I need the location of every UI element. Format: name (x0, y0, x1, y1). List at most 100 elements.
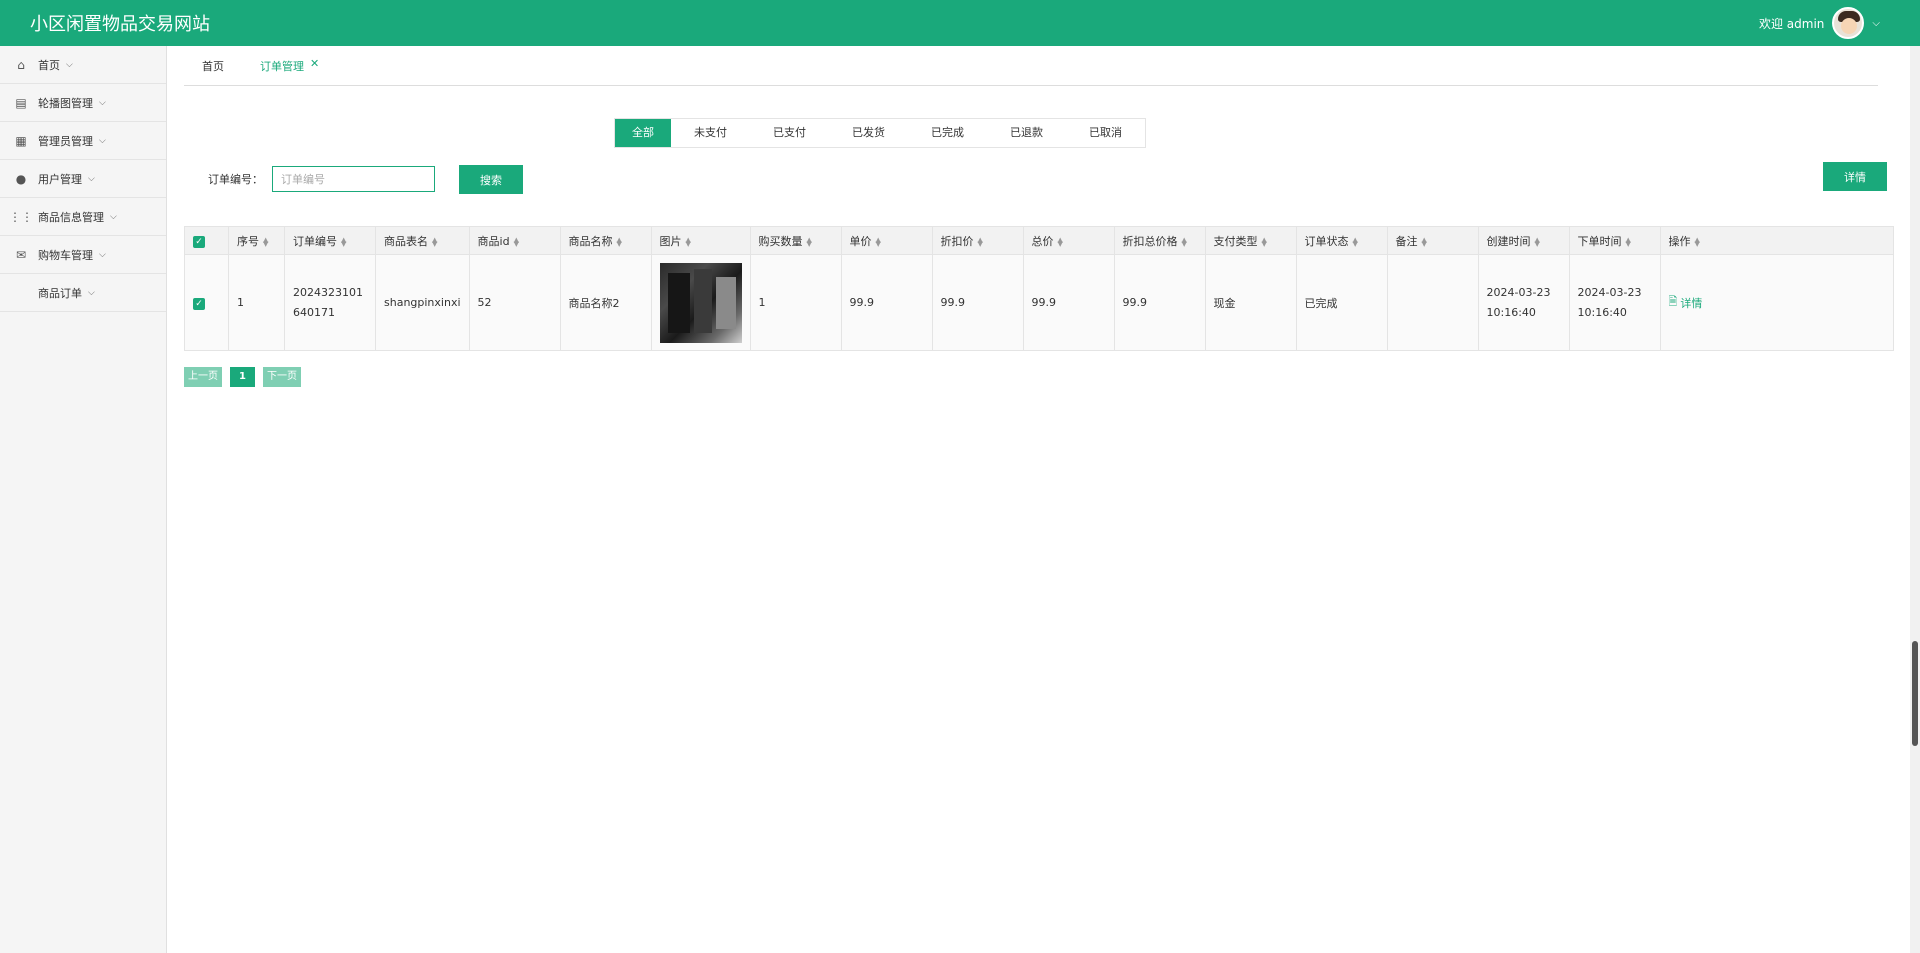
sort-icon[interactable]: ▲ ▼ (686, 236, 691, 247)
col-header-action[interactable]: 操作 ▲ ▼ (1659, 226, 1895, 255)
sort-icon[interactable]: ▲ ▼ (876, 236, 881, 247)
header-bar: 小区闲置物品交易网站 欢迎 admin ⌵ (0, 0, 1920, 46)
pagination: 上一页 1 下一页 (184, 367, 301, 387)
admin-icon: ▦ (15, 133, 27, 148)
tab-home[interactable]: 首页 (184, 46, 242, 86)
col-header-created[interactable]: 创建时间 ▲ ▼ (1477, 226, 1570, 255)
tab-order-management[interactable]: 订单管理 ✕ (242, 46, 337, 86)
status-tab-refunded[interactable]: 已退款 (987, 119, 1066, 147)
status-tab-cancelled[interactable]: 已取消 (1066, 119, 1145, 147)
col-header-remark[interactable]: 备注 ▲ ▼ (1386, 226, 1479, 255)
col-header-discount-price[interactable]: 折扣价 ▲ ▼ (931, 226, 1024, 255)
next-page-button[interactable]: 下一页 (262, 367, 301, 387)
sort-icon[interactable]: ▲ ▼ (1058, 236, 1063, 247)
sort-icon[interactable]: ▲ ▼ (1353, 236, 1358, 247)
detail-button[interactable]: 详情 (1823, 162, 1887, 191)
col-header-status[interactable]: 订单状态 ▲ ▼ (1295, 226, 1388, 255)
page-scrollbar[interactable] (1910, 46, 1920, 953)
sidebar-item-cart[interactable]: ✉ 购物车管理 ⌵ (0, 236, 166, 274)
user-menu[interactable]: 欢迎 admin ⌵ (1759, 7, 1920, 39)
order-no-label: 订单编号： (208, 173, 263, 186)
mail-icon: ✉ (15, 247, 27, 262)
chevron-down-icon: ⌵ (88, 287, 95, 298)
cell-index: 1 (228, 254, 285, 351)
col-header-unit-price[interactable]: 单价 ▲ ▼ (840, 226, 933, 255)
sort-icon[interactable]: ▲ ▼ (978, 236, 983, 247)
sidebar-item-users[interactable]: ● 用户管理 ⌵ (0, 160, 166, 198)
sort-icon[interactable]: ▲ ▼ (432, 236, 437, 247)
carousel-icon: ▤ (15, 95, 27, 110)
tab-bar: 首页 订单管理 ✕ (184, 46, 1878, 86)
order-no-input[interactable] (272, 166, 435, 192)
cell-table-name: shangpinxinxi (375, 254, 470, 351)
cell-action: 🗎 详情 (1659, 254, 1895, 351)
close-icon[interactable]: ✕ (310, 57, 319, 70)
col-header-table-name[interactable]: 商品表名 ▲ ▼ (375, 226, 470, 255)
sort-icon[interactable]: ▲ ▼ (263, 236, 268, 247)
status-tab-paid[interactable]: 已支付 (750, 119, 829, 147)
cell-remark (1386, 254, 1479, 351)
cell-quantity: 1 (749, 254, 842, 351)
cell-discount-price: 99.9 (931, 254, 1024, 351)
col-header-total[interactable]: 总价 ▲ ▼ (1022, 226, 1115, 255)
sort-icon[interactable]: ▲ ▼ (514, 236, 519, 247)
search-button[interactable]: 搜索 (459, 165, 523, 194)
sort-icon[interactable]: ▲ ▼ (341, 236, 346, 247)
sidebar-item-products[interactable]: ⋮⋮ 商品信息管理 ⌵ (0, 198, 166, 236)
cell-product-id: 52 (468, 254, 561, 351)
chevron-down-icon: ⌵ (66, 59, 73, 70)
col-header-image[interactable]: 图片 ▲ ▼ (650, 226, 751, 255)
col-header-quantity[interactable]: 购买数量 ▲ ▼ (749, 226, 842, 255)
cell-product-name: 商品名称2 (559, 254, 652, 351)
col-header-index[interactable]: 序号 ▲ ▼ (228, 226, 285, 255)
sidebar-item-admin[interactable]: ▦ 管理员管理 ⌵ (0, 122, 166, 160)
col-header-discount-total[interactable]: 折扣总价格 ▲ ▼ (1113, 226, 1206, 255)
checkbox-icon[interactable]: ✓ (193, 297, 205, 310)
sidebar-item-carousel[interactable]: ▤ 轮播图管理 ⌵ (0, 84, 166, 122)
col-header-pay-type[interactable]: 支付类型 ▲ ▼ (1204, 226, 1297, 255)
col-header-ordered[interactable]: 下单时间 ▲ ▼ (1568, 226, 1661, 255)
sort-icon[interactable]: ▲ ▼ (1535, 236, 1540, 247)
row-select-cell[interactable]: ✓ (184, 254, 229, 351)
sort-icon[interactable]: ▲ ▼ (1695, 236, 1700, 247)
cell-created: 2024-03-23 10:16:40 (1477, 254, 1570, 351)
col-header-order-no[interactable]: 订单编号 ▲ ▼ (284, 226, 376, 255)
welcome-text: 欢迎 admin (1758, 16, 1825, 31)
sort-icon[interactable]: ▲ ▼ (1262, 236, 1267, 247)
chevron-down-icon[interactable]: ⌵ (1872, 18, 1880, 29)
status-tab-shipped[interactable]: 已发货 (829, 119, 908, 147)
sort-icon[interactable]: ▲ ▼ (617, 236, 622, 247)
orders-table: ✓ 序号 ▲ ▼ 订单编号 ▲ ▼ 商品表名 ▲ ▼ 商品id ▲ ▼ 商品名称 ▲ ▼ 图片 ▲ ▼ … (184, 226, 1895, 351)
status-tab-completed[interactable]: 已完成 (908, 119, 987, 147)
col-header-product-id[interactable]: 商品id ▲ ▼ (468, 226, 561, 255)
grid-icon: ⋮⋮ (9, 209, 33, 224)
cell-status: 已完成 (1295, 254, 1388, 351)
product-image[interactable] (659, 262, 742, 343)
document-icon: 🗎 (1668, 295, 1678, 308)
chevron-down-icon: ⌵ (99, 97, 106, 108)
prev-page-button[interactable]: 上一页 (184, 367, 222, 387)
col-header-product-name[interactable]: 商品名称 ▲ ▼ (559, 226, 652, 255)
cell-ordered: 2024-03-23 10:16:40 (1568, 254, 1661, 351)
page-number-button[interactable]: 1 (230, 367, 255, 387)
home-icon: ⌂ (17, 57, 25, 72)
status-tab-unpaid[interactable]: 未支付 (671, 119, 750, 147)
user-icon: ● (15, 171, 27, 186)
sort-icon[interactable]: ▲ ▼ (1626, 236, 1631, 247)
cell-unit-price: 99.9 (840, 254, 933, 351)
sort-icon[interactable]: ▲ ▼ (807, 236, 812, 247)
chevron-down-icon: ⌵ (88, 173, 95, 184)
sidebar-item-orders[interactable]: 商品订单 ⌵ (0, 274, 166, 312)
sidebar-item-home[interactable]: ⌂ 首页 ⌵ (0, 46, 166, 84)
table-row: ✓ 1 2024323101640171 shangpinxinxi 52 商品… (184, 254, 1895, 351)
select-all-cell[interactable]: ✓ (184, 226, 229, 255)
chevron-down-icon: ⌵ (110, 211, 117, 222)
cell-order-no: 2024323101640171 (284, 254, 376, 351)
app-title: 小区闲置物品交易网站 (30, 14, 210, 35)
sort-icon[interactable]: ▲ ▼ (1422, 236, 1427, 247)
sort-icon[interactable]: ▲ ▼ (1182, 236, 1187, 247)
checkbox-icon[interactable]: ✓ (193, 235, 205, 248)
row-detail-link[interactable]: 🗎 详情 (1669, 293, 1703, 312)
status-tab-all[interactable]: 全部 (615, 119, 671, 147)
avatar[interactable] (1832, 7, 1865, 39)
